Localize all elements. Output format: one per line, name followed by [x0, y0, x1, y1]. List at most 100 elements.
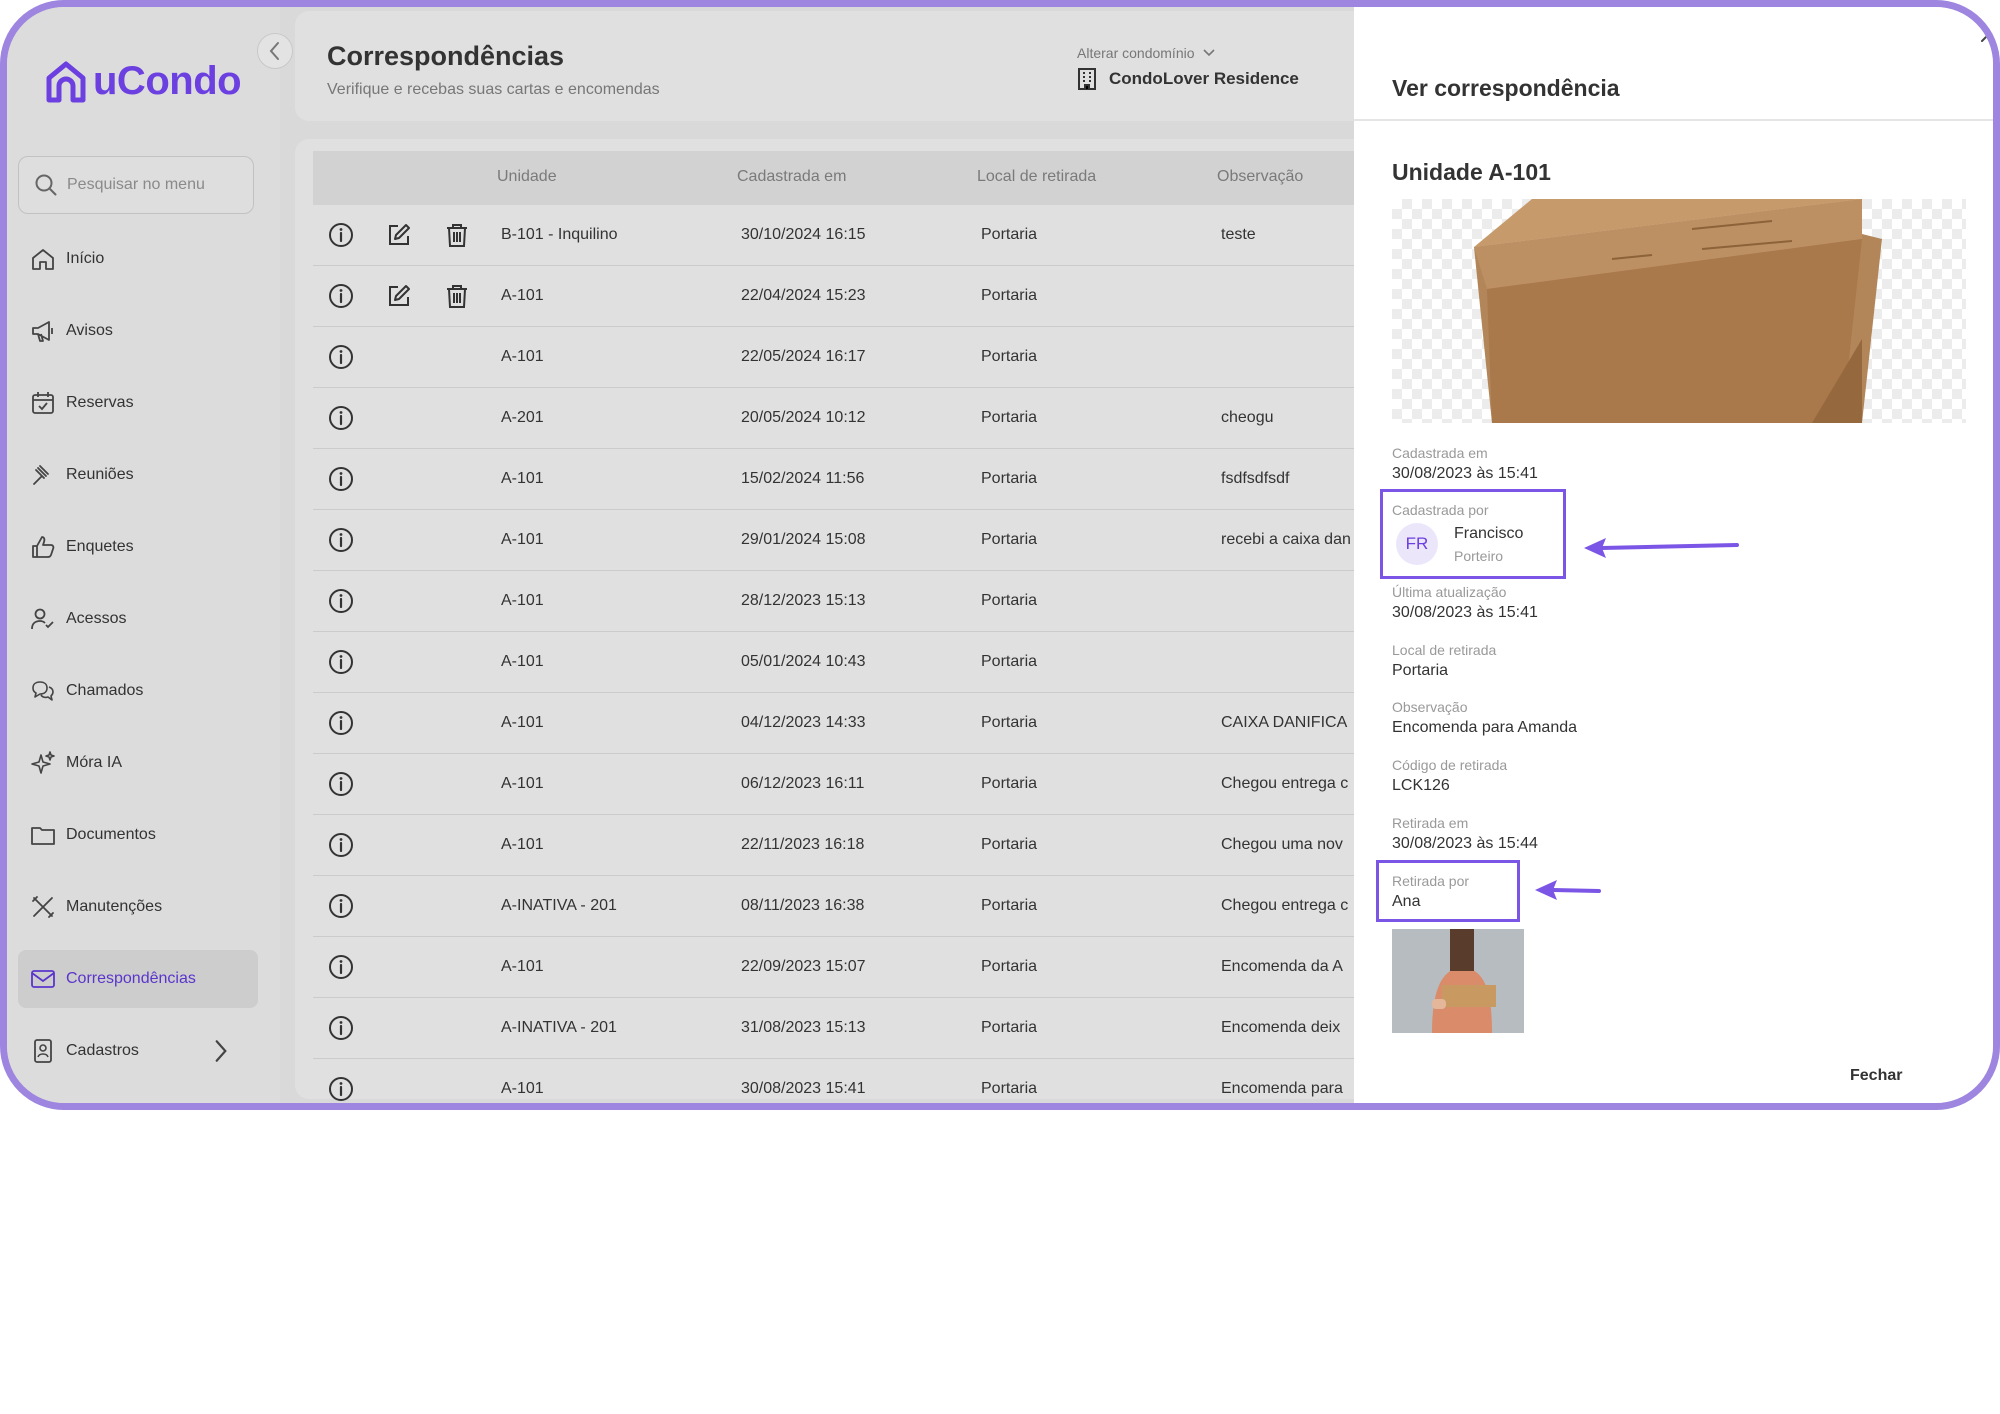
condo-name-text: CondoLover Residence [1109, 69, 1299, 88]
table-row[interactable]: A-101 22/04/2024 15:23 Portaria [313, 266, 1375, 327]
cell-registered: 04/12/2023 14:33 [741, 714, 866, 731]
info-icon[interactable] [328, 466, 354, 492]
table-row[interactable]: A-101 22/05/2024 16:17 Portaria [313, 327, 1375, 388]
table-row[interactable]: A-101 29/01/2024 15:08 Portaria recebi a ca… [313, 510, 1375, 571]
cell-note: fsdfsdfsdf [1221, 470, 1290, 487]
table-row[interactable]: A-101 04/12/2023 14:33 Portaria CAIXA DANIF… [313, 693, 1375, 754]
table-body: B-101 - Inquilino 30/10/2024 16:15 Portari… [313, 205, 1375, 1103]
note-value: Encomenda para Amanda [1392, 719, 1578, 736]
info-icon[interactable] [328, 649, 354, 675]
logo: uCondo [45, 59, 242, 104]
menu-search[interactable] [18, 156, 254, 214]
table-row[interactable]: A-101 28/12/2023 15:13 Portaria [313, 571, 1375, 632]
tools-icon [32, 896, 54, 918]
sidebar-item-correspondencias[interactable]: Correspondências [18, 950, 258, 1008]
sidebar-item-manutencoes[interactable]: Manutenções [18, 878, 258, 936]
sidebar-item-acessos[interactable]: Acessos [18, 590, 258, 648]
info-icon[interactable] [328, 710, 354, 736]
chevron-right-icon [215, 1040, 227, 1062]
sidebar-item-label: Enquetes [66, 538, 134, 555]
table-row[interactable]: B-101 - Inquilino 30/10/2024 16:15 Portari… [313, 205, 1375, 266]
sidebar-item-label: Início [66, 250, 105, 267]
sidebar-item-documentos[interactable]: Documentos [18, 806, 258, 864]
table-row[interactable]: A-INATIVA - 201 31/08/2023 15:13 Portaria E… [313, 998, 1375, 1059]
info-icon[interactable] [328, 771, 354, 797]
cell-unit: A-101 [501, 714, 544, 731]
table-row[interactable]: A-101 06/12/2023 16:11 Portaria Chegou entr… [313, 754, 1375, 815]
sidebar-item-avisos[interactable]: Avisos [18, 302, 258, 360]
column-header-unit[interactable]: Unidade [497, 168, 557, 186]
close-button[interactable]: Fechar [1850, 1067, 1902, 1085]
table-row[interactable]: A-201 20/05/2024 10:12 Portaria cheogu [313, 388, 1375, 449]
column-header-pickup-place[interactable]: Local de retirada [977, 168, 1096, 186]
sidebar-item-reservas[interactable]: Reservas [18, 374, 258, 432]
cell-note: Encomenda da A [1221, 958, 1343, 975]
info-icon[interactable] [328, 1076, 354, 1102]
logo-icon [46, 61, 86, 102]
home-icon [32, 249, 54, 270]
close-icon[interactable] [1978, 23, 2000, 45]
trash-icon[interactable] [445, 222, 469, 248]
cell-pickup-place: Portaria [981, 226, 1038, 243]
table-row[interactable]: A-101 22/09/2023 15:07 Portaria Encomenda d… [313, 937, 1375, 998]
menu-search-input[interactable] [67, 176, 237, 194]
column-header-note[interactable]: Observação [1217, 168, 1303, 186]
table-header: Unidade Cadastrada em Local de retirada … [313, 151, 1375, 205]
sidebar-item-label: Reuniões [66, 466, 134, 483]
cell-registered: 22/09/2023 15:07 [741, 958, 866, 975]
cell-unit: A-INATIVA - 201 [501, 1019, 617, 1036]
package-photo[interactable] [1392, 199, 1966, 423]
table-row[interactable]: A-INATIVA - 201 08/11/2023 16:38 Portaria C… [313, 876, 1375, 937]
info-icon[interactable] [328, 283, 354, 309]
cell-note: cheogu [1221, 409, 1274, 426]
app-window: uCondo Início Avisos Reservas [0, 0, 2000, 1110]
sidebar-item-enquetes[interactable]: Enquetes [18, 518, 258, 576]
sidebar-item-label: Avisos [66, 322, 113, 339]
cell-registered: 28/12/2023 15:13 [741, 592, 866, 609]
person-with-box-icon [1392, 929, 1524, 1033]
sidebar-item-label: Reservas [66, 394, 134, 411]
condo-switch[interactable]: Alterar condomínio [1077, 45, 1216, 61]
info-icon[interactable] [328, 832, 354, 858]
sidebar-item-chamados[interactable]: Chamados [18, 662, 258, 720]
info-icon[interactable] [328, 588, 354, 614]
trash-icon[interactable] [445, 283, 469, 309]
pickup-person-photo[interactable] [1392, 929, 1524, 1033]
cell-registered: 08/11/2023 16:38 [741, 897, 865, 914]
highlight-box [1376, 860, 1520, 922]
search-icon [35, 174, 57, 196]
column-header-registered[interactable]: Cadastrada em [737, 168, 846, 186]
cell-registered: 31/08/2023 15:13 [741, 1019, 866, 1036]
cell-pickup-place: Portaria [981, 714, 1038, 731]
info-icon[interactable] [328, 222, 354, 248]
info-icon[interactable] [328, 405, 354, 431]
edit-icon[interactable] [386, 222, 412, 248]
cell-note: Encomenda deix [1221, 1019, 1341, 1036]
calendar-icon [32, 392, 54, 414]
picked-by-label: Retirada por [1392, 873, 1470, 889]
info-icon[interactable] [328, 344, 354, 370]
table-row[interactable]: A-101 15/02/2024 11:56 Portaria fsdfsdfsdf [313, 449, 1375, 510]
edit-icon[interactable] [386, 283, 412, 309]
cell-registered: 30/10/2024 16:15 [741, 226, 866, 243]
info-icon[interactable] [328, 954, 354, 980]
table-row[interactable]: A-101 30/08/2023 15:41 Portaria Encomenda p… [313, 1059, 1375, 1103]
info-icon[interactable] [328, 893, 354, 919]
condo-switch-label: Alterar condomínio [1077, 45, 1195, 61]
cell-registered: 20/05/2024 10:12 [741, 409, 866, 426]
cell-registered: 05/01/2024 10:43 [741, 653, 866, 670]
sidebar-item-inicio[interactable]: Início [18, 230, 258, 288]
sidebar-item-reunioes[interactable]: Reuniões [18, 446, 258, 504]
info-icon[interactable] [328, 1015, 354, 1041]
cell-unit: A-INATIVA - 201 [501, 897, 617, 914]
sidebar-item-cadastros[interactable]: Cadastros [18, 1022, 258, 1080]
sidebar-item-label: Correspondências [66, 970, 196, 987]
sidebar-collapse-button[interactable] [257, 33, 293, 69]
table-row[interactable]: A-101 05/01/2024 10:43 Portaria [313, 632, 1375, 693]
info-icon[interactable] [328, 527, 354, 553]
logo-text: uCondo [93, 59, 242, 103]
pickup-place-value: Portaria [1392, 662, 1449, 679]
table-row[interactable]: A-101 22/11/2023 16:18 Portaria Chegou uma … [313, 815, 1375, 876]
cell-unit: B-101 - Inquilino [501, 226, 618, 243]
sidebar-item-mora-ia[interactable]: Móra IA [18, 734, 258, 792]
